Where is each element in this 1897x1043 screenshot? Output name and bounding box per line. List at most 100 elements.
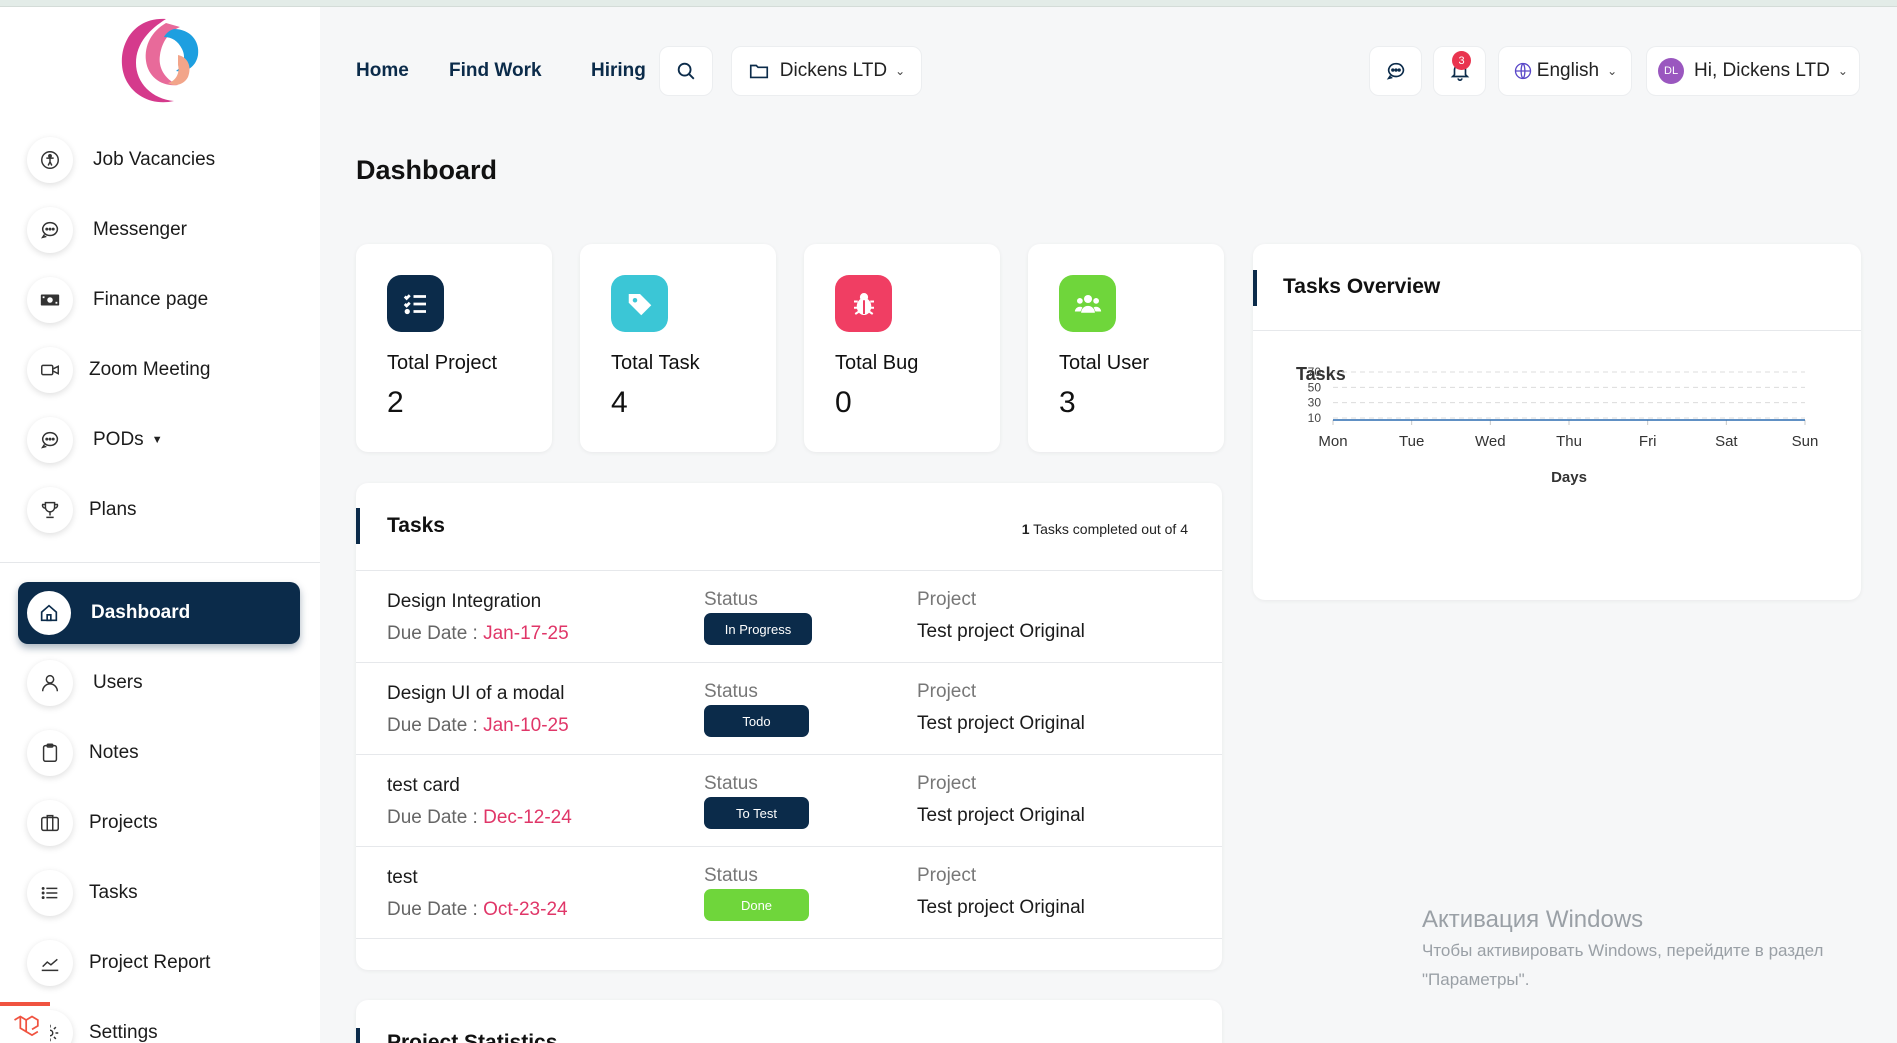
task-name: test card [387, 775, 460, 796]
chevron-down-icon: ⌄ [895, 64, 906, 78]
x-axis-label: Days [1551, 469, 1587, 486]
sidebar-item-job-vacancies[interactable]: Job Vacancies [18, 132, 300, 188]
windows-activation-watermark: Активация Windows Чтобы активировать Win… [1422, 906, 1823, 992]
search-icon [677, 62, 695, 80]
checklist-icon [387, 275, 444, 332]
laravel-debugbar-toggle[interactable] [0, 1002, 50, 1043]
sidebar-item-tasks[interactable]: Tasks [18, 865, 300, 921]
nav-hiring-link[interactable]: Hiring [591, 60, 646, 82]
panel-title: Project Statistics [387, 1031, 558, 1043]
y-tick-label: 10 [1308, 411, 1322, 425]
messages-button[interactable] [1369, 46, 1422, 96]
task-due-value: Dec-12-24 [483, 807, 572, 828]
sidebar-item-dashboard[interactable]: Dashboard [18, 582, 300, 644]
users-icon [1059, 275, 1116, 332]
x-tick-label: Thu [1556, 433, 1582, 450]
x-tick-label: Sat [1715, 433, 1738, 450]
stat-card-total-project: Total Project 2 [356, 244, 552, 452]
project-label: Project [917, 681, 977, 702]
sidebar-item-settings[interactable]: Settings [18, 1005, 300, 1043]
sidebar-item-label: PODs [93, 429, 144, 450]
status-badge[interactable]: Done [704, 889, 809, 921]
video-icon [27, 347, 73, 393]
sidebar-item-label: Notes [89, 742, 139, 763]
watermark-title: Активация Windows [1422, 906, 1644, 933]
stat-value: 4 [611, 386, 628, 419]
sidebar-item-label: Finance page [93, 289, 209, 310]
language-dropdown[interactable]: English ⌄ [1498, 46, 1632, 96]
sidebar-item-label: Settings [89, 1022, 158, 1043]
sidebar-item-label: Users [93, 672, 143, 693]
panel-accent-bar [1253, 270, 1257, 306]
stat-card-total-bug: Total Bug 0 [804, 244, 1000, 452]
x-tick-label: Wed [1475, 433, 1506, 450]
status-badge[interactable]: To Test [704, 797, 809, 829]
page-title: Dashboard [356, 155, 498, 185]
user-menu-dropdown[interactable]: DL Hi, Dickens LTD ⌄ [1646, 46, 1860, 96]
avatar: DL [1658, 58, 1685, 84]
y-tick-label: 70 [1308, 365, 1322, 379]
nav-home-link[interactable]: Home [356, 60, 409, 82]
workspace-dropdown[interactable]: Dickens LTD ⌄ [731, 46, 922, 96]
sidebar-item-zoom-meeting[interactable]: Zoom Meeting [18, 342, 300, 398]
clipboard-icon [27, 730, 73, 776]
project-name: Test project Original [917, 621, 1085, 642]
status-badge[interactable]: In Progress [704, 613, 812, 645]
sidebar-item-label: Plans [89, 499, 137, 520]
sidebar-item-project-report[interactable]: Project Report [18, 935, 300, 991]
brand-logo[interactable] [118, 15, 202, 107]
stat-label: Total Project [387, 352, 498, 374]
chat-icon [1386, 62, 1404, 80]
home-icon [27, 591, 71, 635]
sidebar-item-pods[interactable]: PODs ▼ [18, 412, 300, 468]
tasks-completed-summary: 1 Tasks completed out of 4 [1022, 521, 1188, 537]
window-top-border [0, 0, 1897, 7]
sidebar-item-projects[interactable]: Projects [18, 795, 300, 851]
status-label: Status [704, 773, 758, 794]
project-label: Project [917, 589, 977, 610]
stat-label: Total User [1059, 352, 1150, 374]
notifications-button[interactable]: 3 [1433, 46, 1486, 96]
task-due-date: Due Date : Jan-10-25 [387, 715, 569, 736]
project-label: Project [917, 865, 977, 886]
sidebar-item-notes[interactable]: Notes [18, 725, 300, 781]
table-row[interactable]: test card Due Date : Dec-12-24 Status To… [356, 755, 1222, 847]
table-row[interactable]: Design UI of a modal Due Date : Jan-10-2… [356, 663, 1222, 755]
status-badge[interactable]: Todo [704, 705, 809, 737]
task-due-value: Jan-10-25 [483, 715, 569, 736]
project-name: Test project Original [917, 713, 1085, 734]
sidebar-item-finance-page[interactable]: Finance page [18, 272, 300, 328]
stat-value: 0 [835, 386, 852, 419]
globe-icon [1514, 62, 1531, 80]
search-button[interactable] [659, 46, 713, 96]
tasks-line-chart: Tasks70503010Mon Tue Wed Thu Fri Sat SunDays [1296, 364, 1818, 486]
task-name: Design UI of a modal [387, 683, 565, 704]
stat-label: Total Bug [835, 352, 919, 374]
chart-line-icon [27, 940, 73, 986]
sidebar-item-plans[interactable]: Plans [18, 482, 300, 538]
trophy-icon [27, 487, 73, 533]
status-label: Status [704, 681, 758, 702]
tasks-overview-panel: Tasks Overview Tasks 70 50 30 10 Mon Tue Wed Thu… [1253, 244, 1861, 600]
stat-label: Total Task [611, 352, 700, 374]
task-due-value: Jan-17-25 [483, 623, 569, 644]
sidebar-item-label: Zoom Meeting [89, 359, 211, 380]
laravel-icon [14, 1014, 39, 1036]
tasks-completed-count: 1 [1021, 521, 1030, 537]
task-due-date: Due Date : Jan-17-25 [387, 623, 569, 644]
watermark-line: "Параметры". [1422, 970, 1530, 989]
task-due-date: Due Date : Oct-23-24 [387, 899, 568, 920]
status-label: Status [704, 589, 758, 610]
sidebar-item-messenger[interactable]: Messenger [18, 202, 300, 258]
panel-accent-bar [356, 1028, 360, 1043]
nav-find-work-link[interactable]: Find Work [449, 60, 542, 82]
project-name: Test project Original [917, 805, 1085, 826]
bug-icon [835, 275, 892, 332]
sidebar-item-users[interactable]: Users [18, 655, 300, 711]
table-row[interactable]: Design Integration Due Date : Jan-17-25 … [356, 571, 1222, 663]
x-tick-label: Tue [1399, 433, 1424, 450]
x-tick-label: Mon [1318, 433, 1347, 450]
table-row[interactable]: test Due Date : Oct-23-24 Status Done Pr… [356, 847, 1222, 939]
x-tick-label: Fri [1639, 433, 1657, 450]
panel-accent-bar [356, 508, 360, 544]
